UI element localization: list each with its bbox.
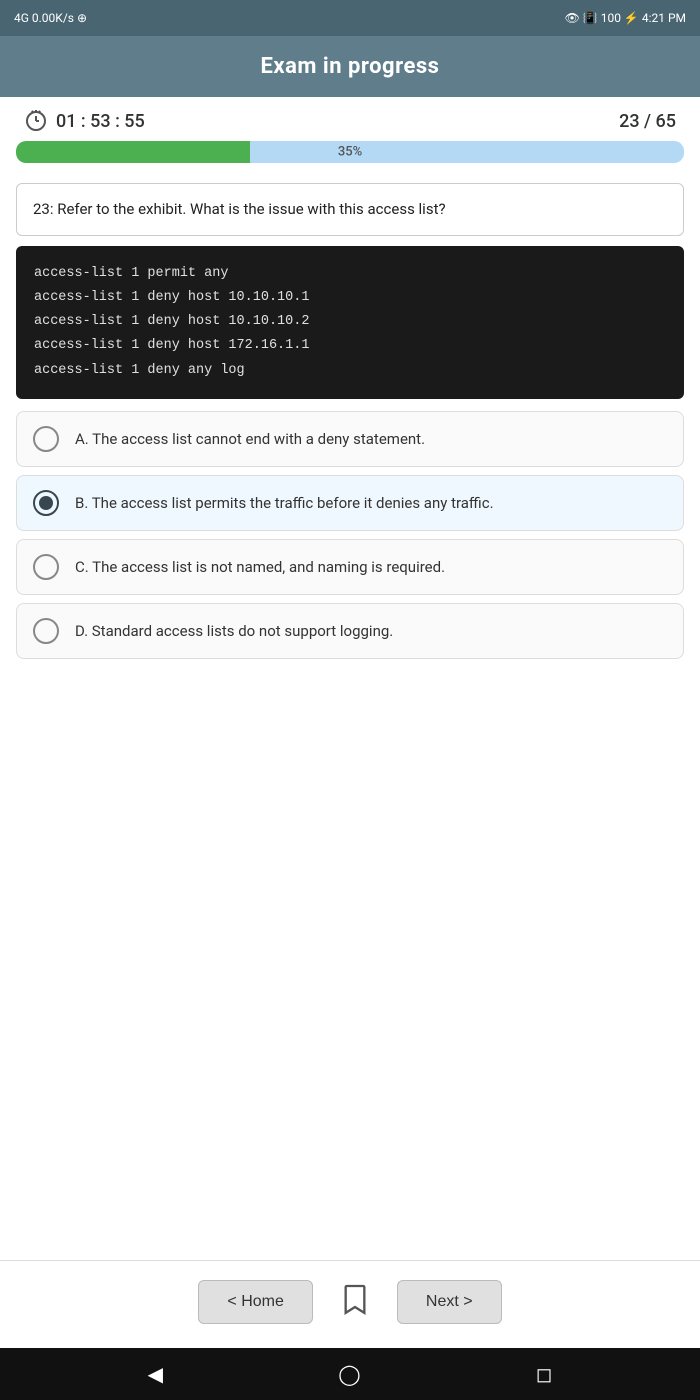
code-line-2: access-list 1 deny host 10.10.10.1 bbox=[34, 286, 666, 310]
exam-header: Exam in progress bbox=[0, 36, 700, 97]
option-d[interactable]: D. Standard access lists do not support … bbox=[16, 603, 684, 659]
bottom-nav: < Home Next > bbox=[0, 1260, 700, 1348]
home-android-button[interactable]: ◯ bbox=[338, 1362, 360, 1386]
progress-bar-container: 35% bbox=[16, 141, 684, 163]
code-line-1: access-list 1 permit any bbox=[34, 262, 666, 286]
option-d-text: D. Standard access lists do not support … bbox=[75, 620, 393, 643]
option-a-text: A. The access list cannot end with a den… bbox=[75, 428, 425, 451]
content-spacer bbox=[0, 659, 700, 1242]
status-right: 👁 📳 100 ⚡ 4:21 PM bbox=[565, 11, 686, 25]
status-bar: 4G 0.00K/s ⊕ 👁 📳 100 ⚡ 4:21 PM bbox=[0, 0, 700, 36]
code-line-3: access-list 1 deny host 10.10.10.2 bbox=[34, 310, 666, 334]
progress-label: 35% bbox=[338, 145, 362, 160]
timer-row: 01 : 53 : 55 23 / 65 bbox=[0, 97, 700, 141]
next-button[interactable]: Next > bbox=[397, 1280, 502, 1324]
question-text: 23: Refer to the exhibit. What is the is… bbox=[33, 200, 446, 218]
code-line-5: access-list 1 deny any log bbox=[34, 359, 666, 383]
network-info: 4G 0.00K/s ⊕ bbox=[14, 11, 87, 25]
radio-b bbox=[33, 490, 59, 516]
header-title: Exam in progress bbox=[261, 54, 440, 79]
timer-value: 01 : 53 : 55 bbox=[56, 111, 145, 132]
bookmark-button[interactable] bbox=[333, 1275, 377, 1328]
question-box: 23: Refer to the exhibit. What is the is… bbox=[16, 183, 684, 236]
option-b[interactable]: B. The access list permits the traffic b… bbox=[16, 475, 684, 531]
radio-a bbox=[33, 426, 59, 452]
option-a[interactable]: A. The access list cannot end with a den… bbox=[16, 411, 684, 467]
status-icons: 👁 📳 100 ⚡ 4:21 PM bbox=[565, 11, 686, 25]
progress-fill bbox=[16, 141, 250, 163]
timer-icon bbox=[24, 109, 48, 133]
code-block: access-list 1 permit any access-list 1 d… bbox=[16, 246, 684, 399]
home-button[interactable]: < Home bbox=[198, 1280, 312, 1324]
bookmark-icon bbox=[341, 1283, 369, 1317]
option-c[interactable]: C. The access list is not named, and nam… bbox=[16, 539, 684, 595]
option-c-text: C. The access list is not named, and nam… bbox=[75, 556, 445, 579]
code-line-4: access-list 1 deny host 172.16.1.1 bbox=[34, 334, 666, 358]
radio-c bbox=[33, 554, 59, 580]
android-nav-bar: ◀ ◯ ◻ bbox=[0, 1348, 700, 1400]
back-button[interactable]: ◀ bbox=[148, 1362, 163, 1386]
question-count: 23 / 65 bbox=[619, 111, 676, 132]
option-b-text: B. The access list permits the traffic b… bbox=[75, 492, 494, 515]
radio-d bbox=[33, 618, 59, 644]
status-left: 4G 0.00K/s ⊕ bbox=[14, 11, 87, 25]
radio-b-inner bbox=[39, 496, 53, 510]
options-container: A. The access list cannot end with a den… bbox=[16, 411, 684, 659]
recents-button[interactable]: ◻ bbox=[536, 1362, 553, 1386]
